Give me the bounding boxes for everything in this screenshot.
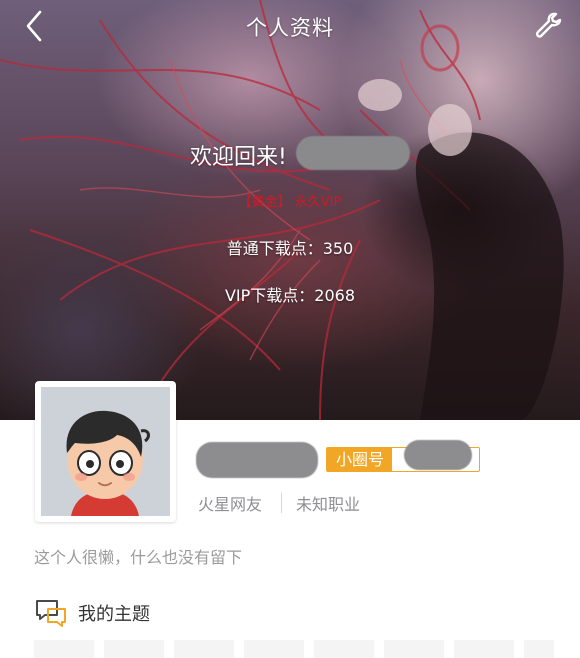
my-topics-label: 我的主题 (78, 604, 150, 625)
top-navigation-bar: 个人资料 (0, 0, 580, 54)
page-title: 个人资料 (246, 16, 334, 40)
redacted-username (296, 136, 410, 170)
content-preview-placeholder (34, 640, 554, 658)
circle-id-label: 小圈号 (327, 448, 393, 471)
welcome-message: 欢迎回来! (190, 145, 287, 170)
profile-banner: 个人资料 欢迎回来! 【黄金】 永久VIP 普通下载点：350 VIP下载点：2… (0, 0, 580, 420)
vip-level-badge: 【黄金】 永久VIP (238, 195, 342, 210)
vip-download-points: VIP下载点：2068 (224, 286, 356, 305)
meta-divider (281, 493, 283, 513)
avatar[interactable] (35, 381, 176, 522)
chat-bubbles-icon (36, 600, 66, 627)
redacted-circle-id (404, 440, 472, 470)
normal-download-points: 普通下载点：350 (226, 239, 354, 258)
user-occupation: 未知职业 (296, 495, 361, 514)
my-topics-item[interactable]: 我的主题 (34, 598, 150, 628)
user-group: 火星网友 (198, 495, 263, 514)
settings-button[interactable] (532, 8, 568, 44)
user-signature: 这个人很懒，什么也没有留下 (34, 548, 243, 567)
banner-background-image (0, 0, 564, 420)
avatar-image (41, 387, 170, 516)
profile-meta: 火星网友 未知职业 (198, 492, 360, 514)
wrench-icon (536, 12, 562, 38)
cartoon-boy-avatar-icon (41, 387, 170, 516)
redacted-display-name (196, 442, 318, 478)
